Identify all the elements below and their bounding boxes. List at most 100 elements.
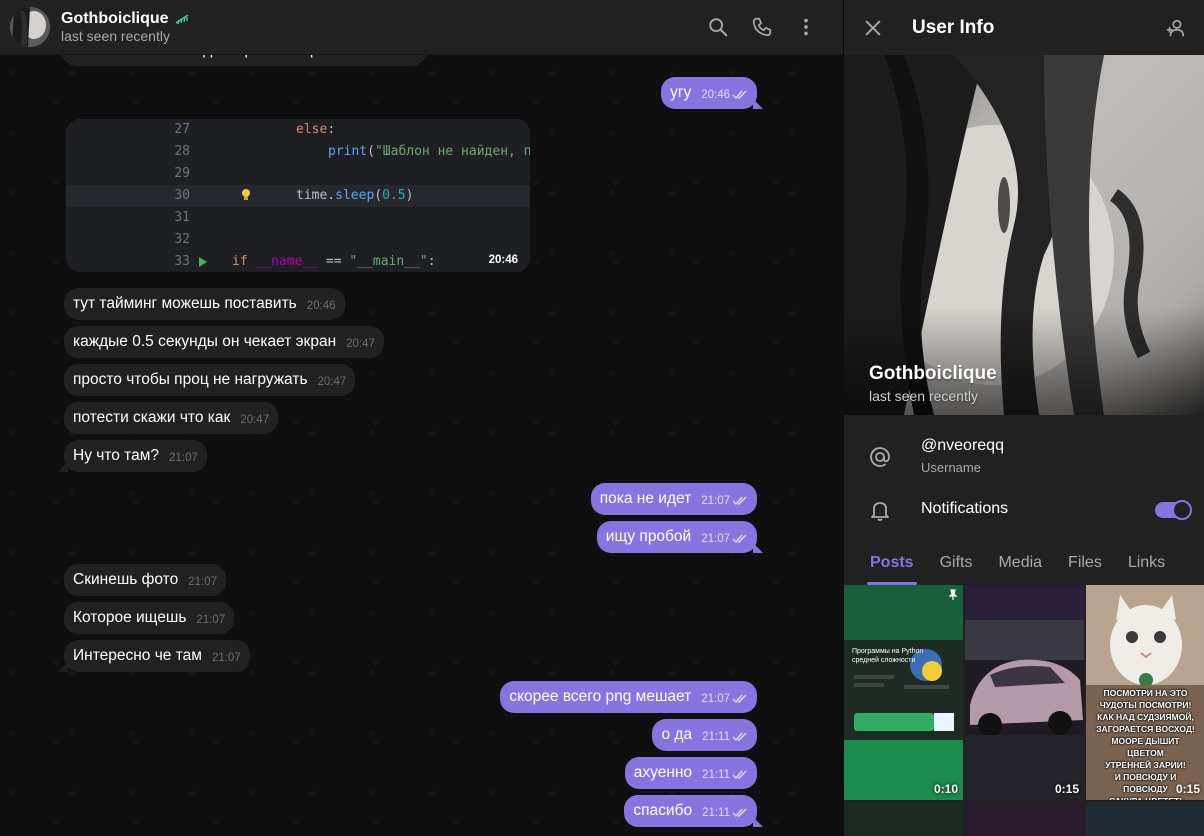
- avatar[interactable]: [10, 7, 50, 47]
- read-ticks-icon: [732, 808, 747, 818]
- message-text: угу: [670, 84, 692, 101]
- message-in[interactable]: Ну что там? 21:07: [64, 440, 207, 472]
- run-icon: [199, 257, 207, 267]
- message-time: 21:07: [169, 452, 198, 464]
- line-number: 33: [174, 254, 190, 269]
- message-in[interactable]: потести скажи что как 20:47: [64, 402, 279, 434]
- message-text: Скинешь фото: [73, 571, 179, 588]
- username-label: Username: [921, 460, 981, 475]
- emoji-status-icon[interactable]: [174, 11, 190, 27]
- message-time: 21:07: [701, 533, 730, 545]
- message-in[interactable]: Скинешь фото 21:07: [64, 564, 226, 596]
- message-out[interactable]: угу 20:46: [661, 77, 757, 109]
- message-out[interactable]: спасибо 21:11: [624, 795, 757, 827]
- read-ticks-icon: [732, 770, 747, 780]
- media-tile-car[interactable]: 0:15: [965, 585, 1084, 800]
- bell-icon: [871, 502, 889, 521]
- tab-gifts[interactable]: Gifts: [927, 545, 986, 585]
- tile-duration: 0:10: [933, 782, 958, 796]
- message-text: Интересно че там: [73, 647, 202, 664]
- message-meta: 21:07: [212, 651, 241, 666]
- read-ticks-icon: [732, 694, 747, 704]
- message-out[interactable]: пока не идет 21:07: [590, 483, 757, 515]
- message-meta: 21:07: [701, 532, 748, 547]
- tab-links[interactable]: Links: [1115, 545, 1178, 585]
- more-button[interactable]: [793, 14, 819, 40]
- username-value: @nveoreqq: [921, 437, 1004, 454]
- message-meta: 20:46: [701, 88, 748, 103]
- message-time: 20:46: [488, 254, 518, 266]
- media-tile[interactable]: [965, 802, 1084, 836]
- message-meta: 20:47: [346, 337, 375, 352]
- media-tile[interactable]: [1086, 802, 1204, 836]
- message-time: 21:07: [188, 576, 217, 588]
- chat-title[interactable]: Gothboiclique: [61, 9, 169, 28]
- line-number: 31: [174, 210, 190, 225]
- code-line: 28 print("Шаблон не найден, продолжаю пои…: [66, 141, 530, 163]
- pin-icon: [948, 589, 958, 600]
- info-header: User Info: [844, 0, 1204, 55]
- message-meta: 20:47: [318, 375, 347, 390]
- notifications-toggle[interactable]: [1155, 500, 1192, 520]
- code-screenshot[interactable]: 27 else: 28 print("Шаблон не найден, продол…: [66, 119, 530, 272]
- message-out[interactable]: о да 21:11: [652, 719, 757, 751]
- read-ticks-icon: [732, 496, 747, 506]
- message-time: 21:07: [211, 652, 241, 664]
- tab-files[interactable]: Files: [1055, 545, 1115, 585]
- media-tile-cat[interactable]: ПОСМОТРИ НА ЭТО ЧУДОТЫ ПОСМОТРИ! КАК НАД…: [1086, 585, 1204, 800]
- message-out[interactable]: скорее всего png мешает 21:07: [500, 681, 757, 713]
- tab-posts[interactable]: Posts: [844, 545, 927, 585]
- close-button[interactable]: [860, 15, 886, 41]
- message-in[interactable]: каждые 0.5 секунды он чекает экран 20:47: [64, 326, 384, 358]
- close-icon: [865, 20, 881, 35]
- notifications-label: Notifications: [921, 500, 1009, 517]
- search-button[interactable]: [705, 14, 731, 40]
- message-time: 21:07: [701, 693, 730, 705]
- message-time: 21:07: [196, 614, 226, 626]
- chat-header: Gothboiclique last seen recently: [0, 0, 843, 55]
- message-in[interactable]: Которое ищешь 21:07: [64, 602, 235, 634]
- tile-duration: 0:15: [1054, 782, 1079, 796]
- code-text: else:: [296, 122, 336, 137]
- code-line: 30 time.sleep(0.5): [66, 185, 530, 207]
- media-tile[interactable]: [844, 802, 963, 836]
- add-contact-button[interactable]: [1163, 15, 1189, 41]
- info-title: User Info: [912, 16, 995, 38]
- call-button[interactable]: [749, 14, 775, 40]
- code-text: if __name__ == "__main__":: [232, 254, 436, 269]
- message-meta: 21:07: [196, 613, 225, 628]
- message-time: 21:11: [702, 731, 730, 743]
- message-meta: 21:07: [701, 494, 748, 509]
- message-meta: 21:07: [188, 575, 217, 590]
- message-time: 20:46: [701, 89, 730, 101]
- profile-status: last seen recently: [869, 388, 978, 404]
- tab-media[interactable]: Media: [985, 545, 1055, 585]
- search-icon: [709, 18, 728, 37]
- profile-photo[interactable]: Gothboiclique last seen recently: [844, 55, 1204, 415]
- message-time: 20:46: [306, 300, 336, 312]
- code-line: 31: [66, 207, 530, 229]
- media-tabs: Posts Gifts Media Files Links: [844, 545, 1204, 585]
- message-in[interactable]: просто чтобы проц не нагружать 20:47: [64, 364, 356, 396]
- message-text: о да: [661, 726, 693, 743]
- code-line: 33 if __name__ == "__main__":: [66, 251, 530, 272]
- code-line: 27 else:: [66, 119, 530, 141]
- line-number: 27: [174, 122, 190, 137]
- message-out[interactable]: ищу пробой 21:07: [596, 521, 757, 553]
- message-text: просто чтобы проц не нагружать: [73, 371, 308, 388]
- at-sign-icon: [870, 447, 890, 467]
- message-in[interactable]: тут тайминг можешь поставить 20:46: [64, 288, 345, 320]
- message-text: каждые 0.5 секунды он чекает экран: [73, 333, 337, 350]
- username-row[interactable]: @nveoreqq Username: [844, 425, 1204, 487]
- message-out[interactable]: ахуенно 21:11: [624, 757, 757, 789]
- media-tile-python-post[interactable]: Программы на Python средней сложности 0:…: [844, 585, 963, 800]
- message-meta: 21:11: [702, 806, 748, 821]
- add-user-icon: [1166, 19, 1185, 36]
- message-meta: 20:46: [307, 299, 336, 314]
- message-text: пока не идет: [599, 490, 692, 507]
- message-meta: 21:07: [169, 451, 198, 466]
- code-text: time.sleep(0.5): [296, 188, 414, 203]
- message-in[interactable]: Интересно че там 21:07: [64, 640, 250, 672]
- code-text: print("Шаблон не найден, продолжаю поиск…: [328, 144, 530, 159]
- notifications-row[interactable]: Notifications: [844, 488, 1204, 532]
